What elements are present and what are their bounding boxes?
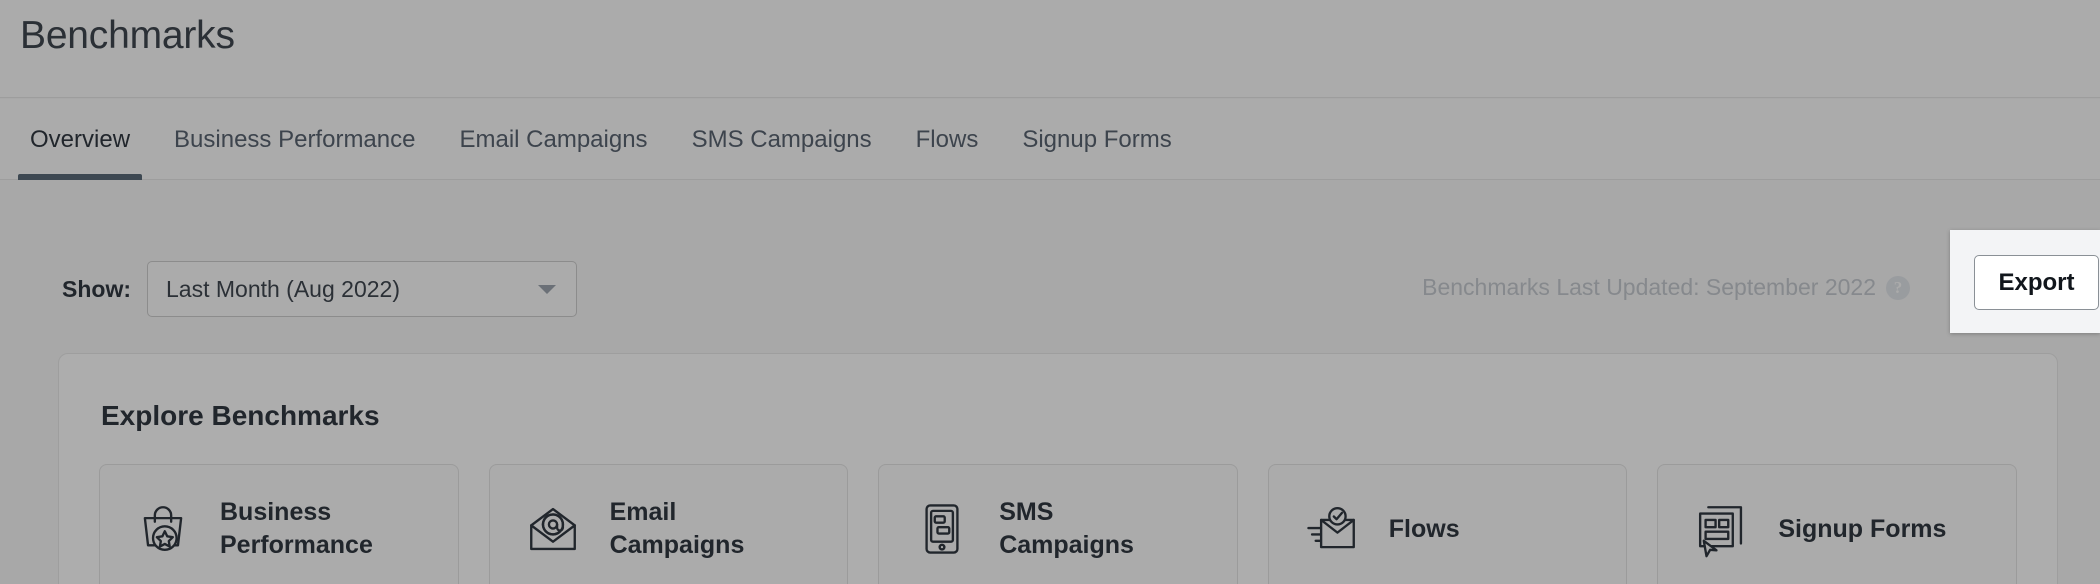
tab-email-campaigns[interactable]: Email Campaigns	[437, 99, 669, 180]
tab-sms-campaigns[interactable]: SMS Campaigns	[670, 99, 894, 180]
date-range-select[interactable]: Last Month (Aug 2022)	[147, 261, 577, 317]
tab-business-performance[interactable]: Business Performance	[152, 99, 437, 180]
benchmark-card-business-performance[interactable]: Business Performance	[99, 464, 459, 584]
benchmark-card-label: Email Campaigns	[609, 498, 745, 559]
export-button[interactable]: Export	[1974, 255, 2099, 310]
form-cursor-icon	[1692, 500, 1750, 558]
benchmark-card-sms-campaigns[interactable]: SMS Campaigns	[878, 464, 1238, 584]
tab-label: Business Performance	[174, 126, 416, 153]
help-circle-icon[interactable]: ?	[1886, 275, 1910, 300]
page-title: Benchmarks	[20, 14, 235, 57]
benchmark-card-signup-forms[interactable]: Signup Forms	[1657, 464, 2017, 584]
envelope-at-icon	[524, 500, 582, 558]
envelope-check-flow-icon	[1303, 500, 1361, 558]
tab-label: Email Campaigns	[459, 126, 648, 153]
benchmark-card-label: SMS Campaigns	[999, 498, 1134, 559]
tab-label: SMS Campaigns	[691, 126, 872, 153]
explore-benchmarks-card: Explore Benchmarks Business Performance	[58, 353, 2058, 584]
date-filter-group: Show: Last Month (Aug 2022)	[62, 261, 577, 317]
tab-flows[interactable]: Flows	[894, 99, 1001, 180]
date-range-value: Last Month (Aug 2022)	[166, 275, 400, 302]
benchmark-card-email-campaigns[interactable]: Email Campaigns	[488, 464, 849, 584]
section-title: Explore Benchmarks	[101, 400, 380, 431]
export-button-label: Export	[1998, 268, 2075, 296]
tab-label: Signup Forms	[1022, 126, 1172, 153]
tab-label: Overview	[30, 126, 131, 153]
benchmark-card-label: Flows	[1388, 514, 1460, 543]
tab-label: Flows	[915, 126, 979, 153]
mobile-message-icon	[913, 500, 971, 558]
benchmark-card-label: Business Performance	[220, 498, 373, 559]
tab-signup-forms[interactable]: Signup Forms	[1000, 99, 1193, 180]
benchmark-card-flows[interactable]: Flows	[1267, 464, 1628, 584]
page-header: Benchmarks	[0, 0, 2100, 98]
benchmarks-page: Benchmarks Overview Business Performance…	[0, 0, 2100, 584]
toolbar: Show: Last Month (Aug 2022) Benchmarks L…	[0, 181, 2100, 351]
last-updated-group: Benchmarks Last Updated: September 2022 …	[1422, 274, 1910, 301]
shopping-bag-star-icon	[134, 500, 192, 558]
chevron-down-icon	[538, 285, 556, 294]
show-label: Show:	[62, 275, 131, 302]
tab-overview[interactable]: Overview	[8, 99, 152, 180]
benchmark-card-label: Signup Forms	[1778, 514, 1947, 543]
last-updated-text: Benchmarks Last Updated: September 2022	[1422, 274, 1876, 300]
tab-bar: Overview Business Performance Email Camp…	[0, 99, 2100, 180]
benchmark-card-row: Business Performance Email Campaigns SMS…	[99, 464, 2017, 584]
